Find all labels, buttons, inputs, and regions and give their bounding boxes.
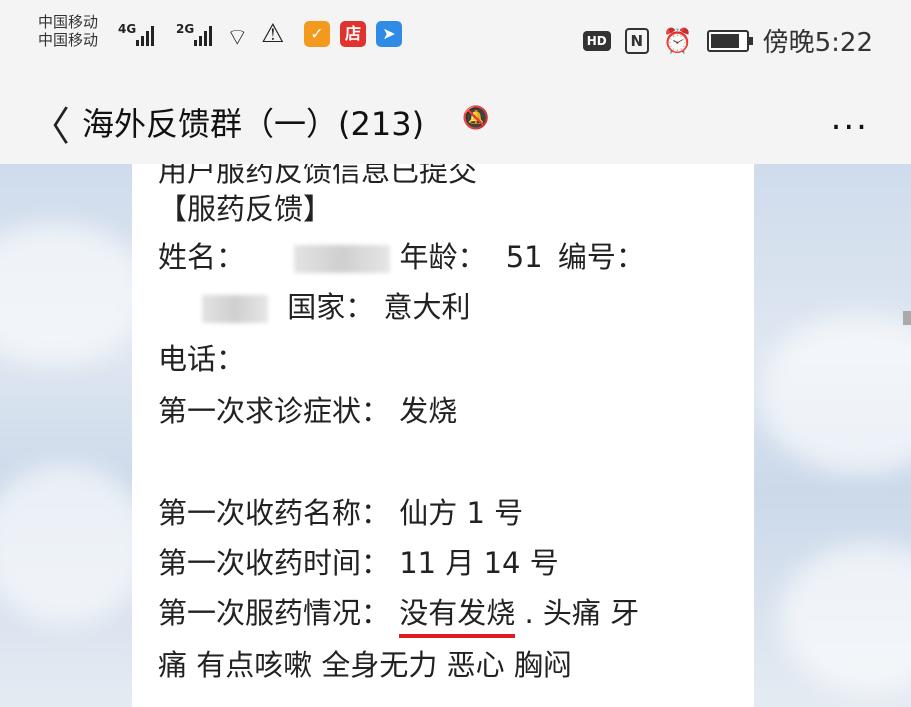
first-visit-line: 第一次求诊症状： 发烧	[158, 388, 457, 430]
redacted-name	[294, 245, 391, 273]
signal-bars-1-icon	[136, 22, 154, 46]
med-status-rest: . 头痛 牙	[524, 596, 640, 630]
first-visit-value: 发烧	[399, 394, 458, 428]
message-heading: 【服药反馈】	[158, 192, 333, 226]
med-time-line: 第一次收药时间： 11 月 14 号	[158, 540, 559, 582]
warning-icon: ⚠	[261, 19, 285, 49]
country-label: 国家：	[287, 290, 375, 324]
id-label: 编号：	[557, 240, 645, 274]
back-button[interactable]: 〈	[30, 94, 70, 152]
med-name-line: 第一次收药名称： 仙方 1 号	[158, 490, 523, 532]
status-right-icons: HD N ⏰ 傍晚5:22	[582, 22, 873, 59]
signal-bars-2-icon	[194, 22, 212, 46]
carrier-names: 中国移动 中国移动	[38, 13, 98, 49]
nfc-icon: N	[624, 27, 649, 54]
feather-app-icon: ✓	[304, 21, 330, 47]
status-bar: 中国移动 中国移动 4G 2G ⌔ ⚠ ✓ 店 ➤ HD N ⏰ 傍晚5:22	[0, 0, 911, 74]
hd-icon: HD	[582, 30, 611, 51]
med-time-label: 第一次收药时间：	[158, 546, 391, 580]
med-status-highlight: 没有发烧	[399, 596, 516, 638]
scrollbar[interactable]	[903, 311, 911, 325]
name-age-id-line: 姓名： 年龄： 51 编号：	[158, 234, 645, 276]
more-options-button[interactable]: ...	[831, 98, 869, 138]
phone-label: 电话：	[158, 342, 246, 376]
age-value: 51	[505, 240, 543, 274]
med-name-label: 第一次收药名称：	[158, 496, 391, 530]
med-time-value: 11 月 14 号	[399, 546, 559, 580]
country-line: 国家： 意大利	[202, 284, 470, 326]
first-visit-label: 第一次求诊症状：	[158, 394, 391, 428]
alarm-icon: ⏰	[662, 26, 693, 55]
name-label: 姓名：	[158, 240, 246, 274]
carrier-1: 中国移动	[38, 13, 99, 31]
mute-bell-icon: 🔕	[462, 106, 490, 131]
chat-header: 〈 海外反馈群（一）(213) 🔕 ...	[0, 74, 911, 164]
battery-icon	[706, 29, 753, 52]
chat-title: 海外反馈群（一）(213)	[82, 105, 425, 143]
network-type-2: 2G	[176, 22, 195, 36]
status-time: 傍晚5:22	[762, 28, 873, 58]
phone-line: 电话：	[158, 336, 245, 378]
med-status-line: 第一次服药情况： 没有发烧 . 头痛 牙	[158, 590, 640, 638]
med-status-label: 第一次服药情况：	[158, 596, 391, 630]
carrier-2: 中国移动	[38, 31, 99, 49]
network-type-1: 4G	[118, 22, 137, 36]
flag-app-icon: ➤	[376, 21, 402, 47]
store-app-icon: 店	[340, 21, 366, 47]
country-value: 意大利	[383, 290, 471, 324]
wifi-icon: ⌔	[226, 23, 249, 51]
redacted-id	[202, 295, 268, 323]
med-name-value: 仙方 1 号	[399, 496, 524, 530]
age-label: 年龄：	[399, 240, 487, 274]
med-status-line-2: 痛 有点咳嗽 全身无力 恶心 胸闷	[158, 648, 572, 682]
message-bubble[interactable]: 用户服药反馈信息已提交 【服药反馈】 姓名： 年龄： 51 编号： 国家： 意大…	[132, 164, 754, 707]
